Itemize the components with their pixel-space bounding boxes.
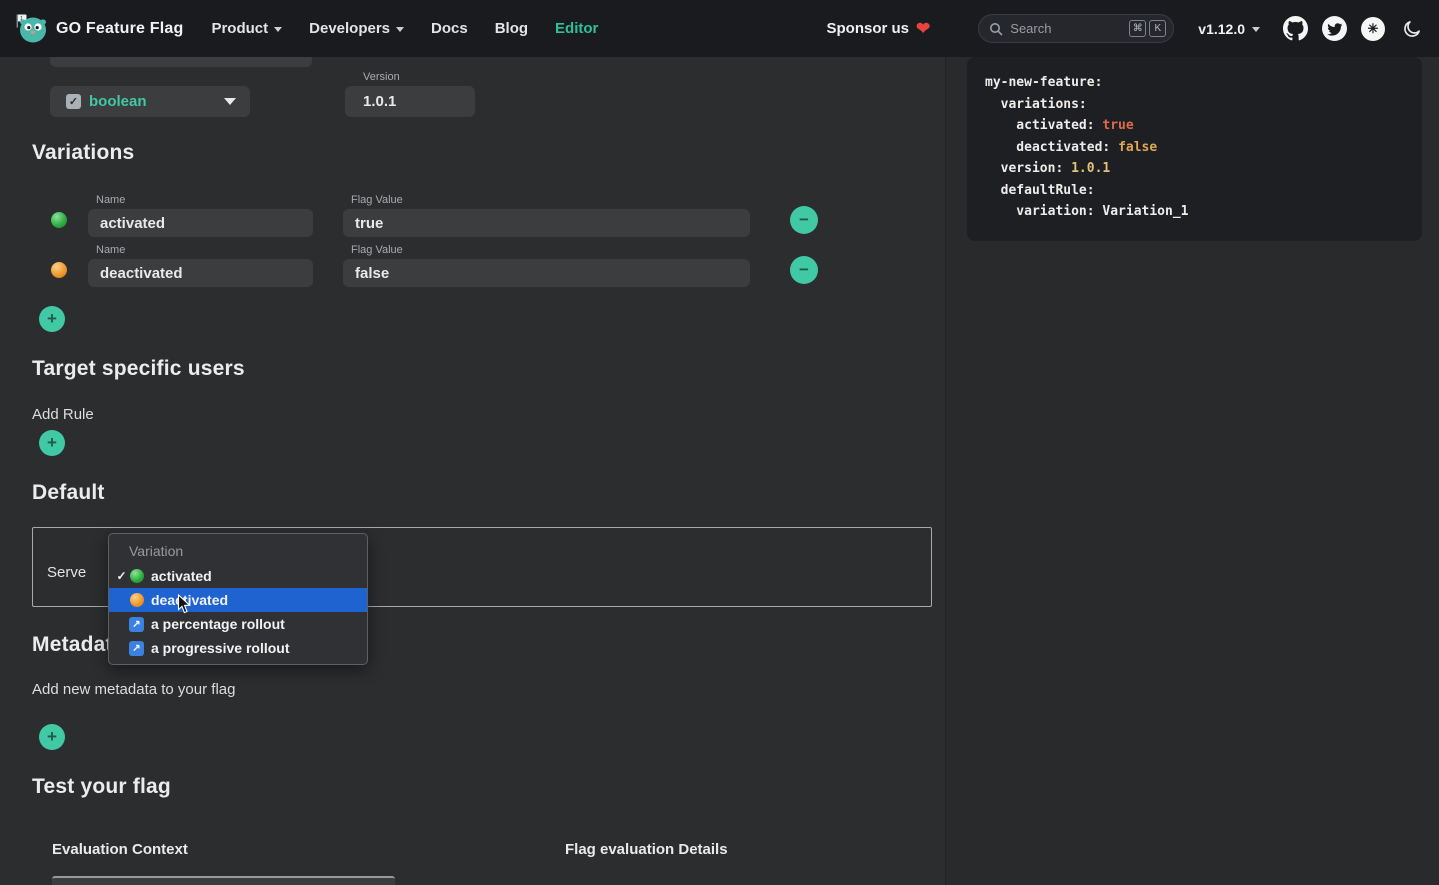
checkbox-icon: ✓ <box>66 94 81 109</box>
navbar-right: Sponsor us ❤ ⌘ K v1.12.0 <box>827 14 1425 43</box>
code-line: variation: Variation_1 <box>985 201 1404 223</box>
version-dropdown[interactable]: v1.12.0 <box>1198 21 1260 37</box>
chevron-down-icon <box>274 27 282 32</box>
targeting-heading: Target specific users <box>32 357 245 381</box>
variation-row: Name Flag Value − <box>32 244 832 286</box>
evaluation-context-label: Evaluation Context <box>52 841 188 858</box>
dropdown-option-deactivated[interactable]: deactivated <box>109 588 367 612</box>
github-icon[interactable] <box>1282 16 1308 42</box>
default-heading: Default <box>32 481 105 505</box>
shortcut-key-k: K <box>1149 20 1166 37</box>
dark-mode-moon-icon[interactable] <box>1399 16 1425 42</box>
variation-value-input[interactable] <box>343 209 750 237</box>
dropdown-option-activated[interactable]: ✓ activated <box>109 564 367 588</box>
nav-item-product[interactable]: Product <box>211 20 282 37</box>
shortcut-key-cmd: ⌘ <box>1129 20 1146 37</box>
evaluation-context-editor-partial[interactable] <box>52 876 395 885</box>
code-line: version: 1.0.1 <box>985 158 1404 180</box>
add-variation-button[interactable]: + <box>39 306 65 332</box>
nav-item-editor[interactable]: Editor <box>555 20 598 37</box>
code-line: activated: true <box>985 115 1404 137</box>
flag-name-input-partial[interactable] <box>50 57 312 67</box>
search-box[interactable]: ⌘ K <box>978 14 1174 43</box>
version-label: Version <box>363 71 475 83</box>
name-label: Name <box>96 244 313 256</box>
variations-heading: Variations <box>32 141 134 165</box>
gopher-logo-icon: 1 <box>14 13 48 45</box>
navbar-icons: ✳ <box>1282 16 1425 42</box>
brand-title: GO Feature Flag <box>56 20 183 38</box>
test-flag-heading: Test your flag <box>32 775 171 799</box>
dropdown-group-label: Variation <box>109 539 367 564</box>
add-rule-button[interactable]: + <box>39 430 65 456</box>
slack-icon[interactable]: ✳ <box>1360 16 1386 42</box>
variation-color-dot-icon <box>51 262 67 278</box>
version-input[interactable] <box>345 86 475 117</box>
navbar: 1 GO Feature Flag Product Developers Doc… <box>0 0 1439 57</box>
remove-variation-button[interactable]: − <box>790 206 818 234</box>
nav-item-blog[interactable]: Blog <box>495 20 528 37</box>
orange-dot-icon <box>130 593 144 607</box>
check-icon: ✓ <box>114 569 129 583</box>
variation-name-group: Name <box>88 244 313 287</box>
name-label: Name <box>96 194 313 206</box>
version-field-group: Version <box>345 71 475 117</box>
variation-name-input[interactable] <box>88 259 313 287</box>
search-input[interactable] <box>1010 21 1126 36</box>
rollout-arrow-icon: ↗ <box>129 641 144 656</box>
dropdown-option-progressive-rollout[interactable]: ↗ a progressive rollout <box>109 636 367 660</box>
sponsor-link[interactable]: Sponsor us ❤ <box>827 19 931 39</box>
variation-value-group: Flag Value <box>343 244 750 287</box>
nav-links: Product Developers Docs Blog Editor <box>211 20 598 37</box>
variation-select-dropdown: Variation ✓ activated deactivated ↗ a pe… <box>108 533 368 665</box>
nav-item-docs[interactable]: Docs <box>431 20 468 37</box>
chevron-down-icon <box>396 27 404 32</box>
flag-value-label: Flag Value <box>351 244 750 256</box>
dropdown-option-percentage-rollout[interactable]: ↗ a percentage rollout <box>109 612 367 636</box>
add-rule-label: Add Rule <box>32 406 94 423</box>
nav-item-developers[interactable]: Developers <box>309 20 404 37</box>
variation-row: Name Flag Value − <box>32 194 832 236</box>
flag-type-select[interactable]: ✓ boolean <box>50 86 250 117</box>
variation-name-input[interactable] <box>88 209 313 237</box>
page: my-new-feature: variations: activated: t… <box>0 0 1439 885</box>
metadata-description: Add new metadata to your flag <box>32 681 235 698</box>
code-line: deactivated: false <box>985 137 1404 159</box>
search-icon <box>989 22 1003 36</box>
code-line: my-new-feature: <box>985 72 1404 94</box>
variation-value-input[interactable] <box>343 259 750 287</box>
heart-icon: ❤ <box>916 19 930 39</box>
flag-type-value: boolean <box>89 93 147 110</box>
variation-color-dot-icon <box>51 212 67 228</box>
serve-label: Serve <box>47 564 86 581</box>
twitter-icon[interactable] <box>1321 16 1347 42</box>
variation-name-group: Name <box>88 194 313 237</box>
rollout-arrow-icon: ↗ <box>129 617 144 632</box>
flag-value-label: Flag Value <box>351 194 750 206</box>
yaml-code-block: my-new-feature: variations: activated: t… <box>967 57 1422 241</box>
brand[interactable]: 1 GO Feature Flag <box>14 13 183 45</box>
add-metadata-button[interactable]: + <box>39 724 65 750</box>
flag-evaluation-details-label: Flag evaluation Details <box>565 841 728 858</box>
code-line: defaultRule: <box>985 180 1404 202</box>
chevron-down-icon <box>1252 27 1260 32</box>
remove-variation-button[interactable]: − <box>790 256 818 284</box>
chevron-down-icon <box>224 98 236 105</box>
variation-value-group: Flag Value <box>343 194 750 237</box>
green-dot-icon <box>130 569 144 583</box>
code-line: variations: <box>985 94 1404 116</box>
